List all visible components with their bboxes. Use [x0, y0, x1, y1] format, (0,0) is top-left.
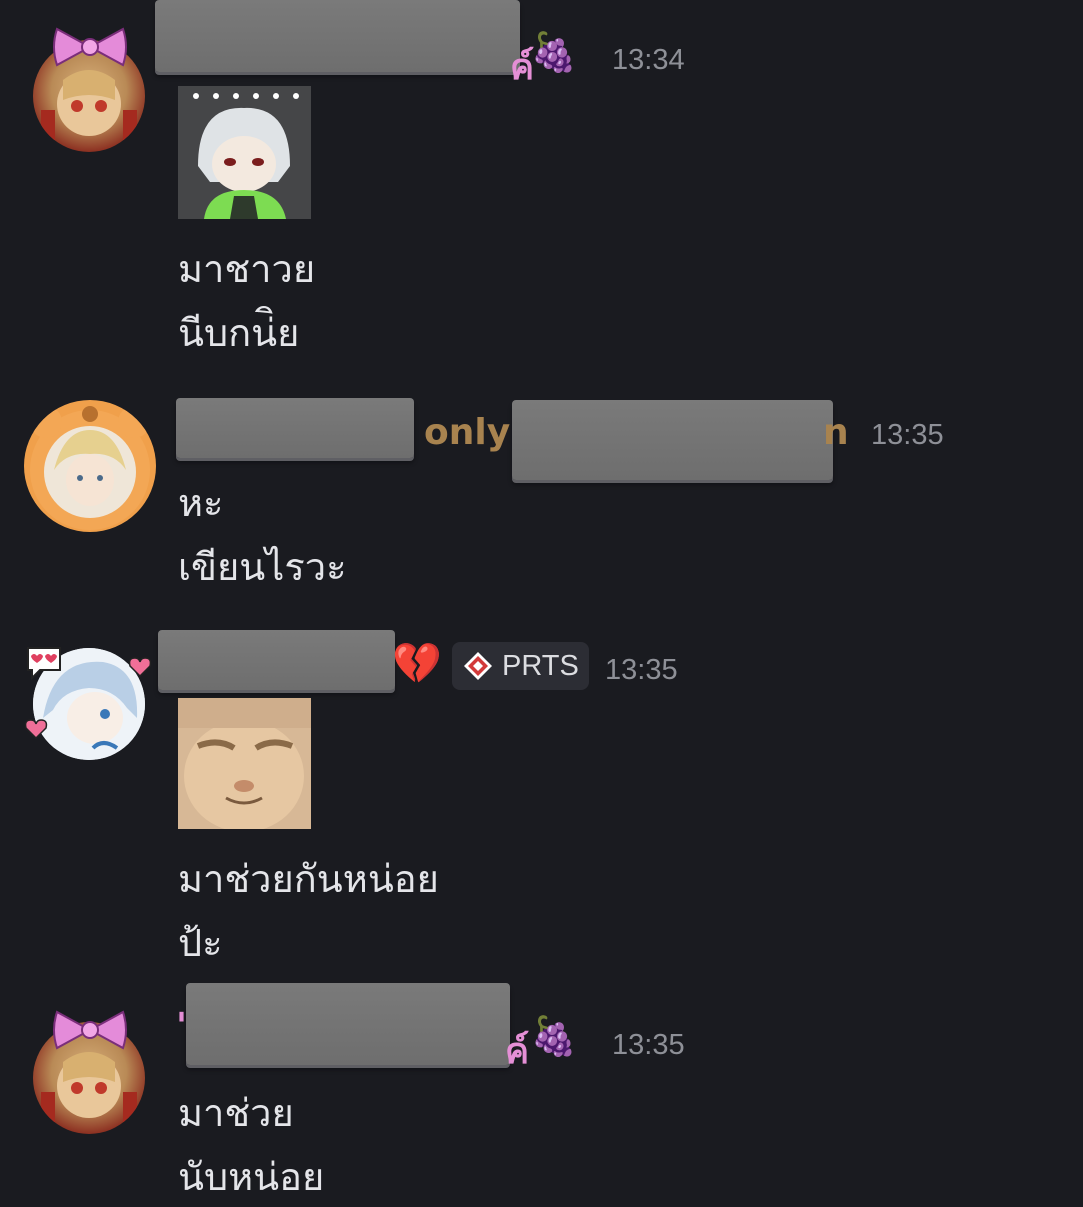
badge-label: PRTS — [502, 649, 579, 682]
timestamp: 13:35 — [871, 419, 944, 451]
message-text-line: นับหน่อย — [178, 1155, 325, 1199]
diamond-icon — [464, 652, 492, 680]
role-badge[interactable]: PRTS — [452, 642, 589, 690]
orange-cat-icon — [178, 698, 311, 829]
heart-icon — [128, 657, 152, 678]
message-text-line: มาช่วยกันหน่อย — [178, 857, 439, 901]
username-suffix: ค์ — [505, 1031, 530, 1072]
message-text-line: มาชาวย — [178, 247, 316, 291]
grape-icon: 🍇 — [530, 1014, 578, 1058]
message-text-line: มาช่วย — [178, 1091, 294, 1135]
heart-icon — [24, 719, 48, 740]
message-text-line: เขียนไรวะ — [178, 545, 347, 589]
timestamp: 13:34 — [612, 44, 685, 76]
heart-eyes-emoji-icon — [27, 647, 61, 680]
redacted-username — [155, 0, 520, 72]
redacted-username — [158, 630, 395, 690]
message-text-line: นีบกน่ิย — [178, 311, 300, 355]
message-text-line: หะ — [178, 481, 224, 525]
grape-icon: 🍇 — [530, 30, 578, 74]
cat-sticker[interactable] — [178, 698, 311, 829]
user-avatar-bear-donut[interactable] — [24, 400, 156, 532]
timestamp: 13:35 — [612, 1029, 685, 1061]
chibi-sticker[interactable] — [178, 86, 311, 219]
pink-bow-icon — [53, 27, 127, 67]
redacted-username — [512, 400, 833, 480]
username-fragment: n — [823, 412, 849, 453]
redacted-username — [176, 398, 414, 458]
username-fragment: only — [424, 412, 511, 453]
redacted-username — [186, 983, 510, 1065]
chibi-white-hair-icon — [178, 86, 311, 219]
message-text-line: ป้ะ — [178, 921, 223, 965]
pink-bow-icon — [53, 1010, 127, 1050]
broken-heart-icon: 💔 — [392, 641, 442, 687]
bear-donut-frame-icon — [30, 406, 150, 530]
timestamp: 13:35 — [605, 654, 678, 686]
